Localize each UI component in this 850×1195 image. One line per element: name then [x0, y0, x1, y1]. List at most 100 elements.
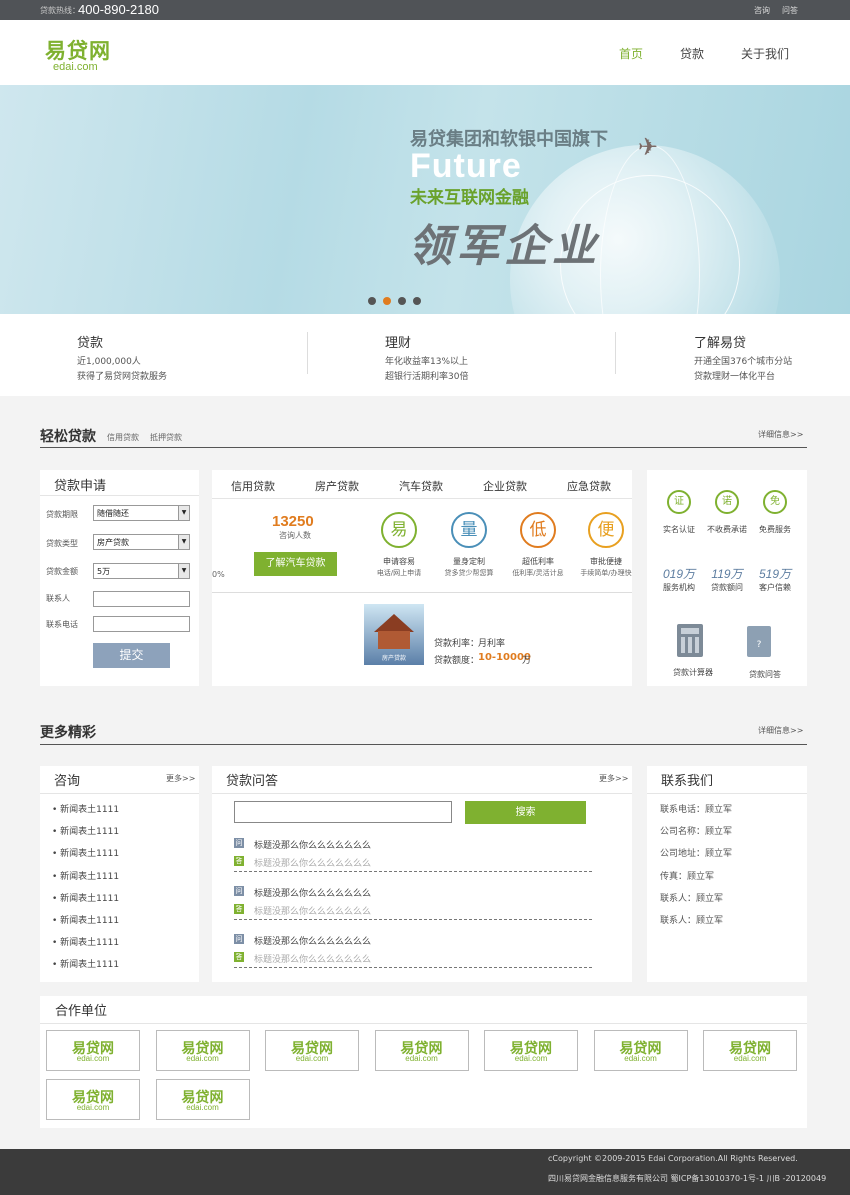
question-icon: 问: [234, 934, 244, 944]
qa-search-button[interactable]: 搜索: [465, 801, 586, 824]
applicant-count-label: 咨询人数: [279, 531, 311, 540]
tab-car-loan[interactable]: 汽车贷款: [399, 478, 443, 494]
amount-select[interactable]: 5万 ▼: [93, 563, 190, 579]
banner-future-text: Future: [410, 147, 522, 185]
qa-panel: 贷款问答 更多>> 搜索 问 标题没那么你么么么么么么么 答 标题没那么你么么么…: [212, 766, 632, 982]
list-item[interactable]: • 新闻表土1111: [52, 935, 119, 957]
qa-tool-label: 贷款问答: [749, 670, 781, 679]
tag-mortgage-loan[interactable]: 抵押贷款: [150, 432, 182, 443]
easy-icon: 易: [381, 512, 417, 548]
banner-subtitle: 未来互联网金融: [410, 188, 529, 208]
field-label: 联系电话: [46, 620, 78, 629]
list-item[interactable]: • 新闻表土1111: [52, 869, 119, 891]
list-item[interactable]: • 新闻表土1111: [52, 891, 119, 913]
term-select[interactable]: 随借随还 ▼: [93, 505, 190, 521]
partner-logo-domain: edai.com: [76, 1103, 110, 1112]
stat-caption: 贷款额问: [711, 583, 743, 592]
hero-banner[interactable]: 易贷集团和软银中国旗下 ✈ Future 未来互联网金融 领军企业: [0, 85, 850, 314]
nav-loan[interactable]: 贷款: [680, 45, 704, 62]
more-link[interactable]: 详细信息>>: [758, 429, 803, 440]
feature-title: 贷款: [77, 336, 104, 351]
slide-dot-active[interactable]: [383, 297, 391, 305]
promise-icon: 诺: [715, 490, 739, 514]
partner-logo-domain: edai.com: [405, 1054, 438, 1063]
phone-input[interactable]: [93, 616, 190, 632]
partner-logo[interactable]: 易贷网 edai.com: [155, 1030, 250, 1071]
list-item[interactable]: • 新闻表土1111: [52, 913, 119, 935]
more-link[interactable]: 详细信息>>: [758, 725, 803, 736]
list-item[interactable]: • 新闻表土1111: [52, 824, 119, 846]
news-more-link[interactable]: 更多>>: [166, 773, 195, 784]
tab-credit-loan[interactable]: 信用贷款: [231, 478, 275, 494]
learn-car-loan-button[interactable]: 了解汽车贷款: [254, 552, 337, 576]
partner-logo[interactable]: 易贷网 edai.com: [46, 1079, 140, 1120]
feature-loan[interactable]: 贷款 近1,000,000人 获得了易贷网贷款服务: [77, 332, 167, 382]
nav-about[interactable]: 关于我们: [741, 45, 789, 62]
top-link-consult[interactable]: 咨询: [754, 5, 770, 16]
feature-caption: 超低利率: [522, 557, 554, 566]
slide-dot[interactable]: [368, 297, 376, 305]
tag-credit-loan[interactable]: 信用贷款: [107, 432, 139, 443]
feature-strip: 贷款 近1,000,000人 获得了易贷网贷款服务 理财 年化收益率13%以上 …: [0, 314, 850, 396]
qa-search-input[interactable]: [234, 801, 452, 823]
question-text: 标题没那么你么么么么么么么: [254, 841, 372, 851]
nav-home[interactable]: 首页: [619, 45, 643, 62]
list-item[interactable]: • 新闻表土1111: [52, 957, 119, 979]
copyright-text: cCopyright ©2009-2015 Edai Corporation.A…: [548, 1154, 798, 1163]
tab-house-loan[interactable]: 房产贷款: [315, 478, 359, 494]
low-rate-icon: 低: [520, 512, 556, 548]
answer-icon: 答: [234, 904, 244, 914]
contact-item: 公司地址：顾立军: [660, 849, 733, 860]
partner-logo[interactable]: 易贷网 edai.com: [265, 1030, 359, 1071]
feature-about[interactable]: 了解易贷 开通全国376个城市分站 贷款理财一体化平台: [694, 332, 792, 382]
partner-logo[interactable]: 易贷网 edai.com: [593, 1030, 688, 1071]
chevron-down-icon: ▼: [178, 535, 189, 549]
slide-dot[interactable]: [398, 297, 406, 305]
partner-logo[interactable]: 易贷网 edai.com: [484, 1030, 578, 1071]
tab-underline: [212, 498, 632, 499]
submit-button[interactable]: 提交: [93, 643, 170, 668]
hotline-number: 400-890-2180: [78, 2, 159, 17]
field-label: 贷款金额: [46, 567, 78, 576]
stat-number: 019万: [662, 567, 696, 581]
contact-panel: 联系我们 联系电话：顾立军 公司名称：顾立军 公司地址：顾立军 传真：顾立军 联…: [647, 766, 807, 982]
partner-logo-domain: edai.com: [624, 1054, 657, 1063]
news-list: • 新闻表土1111 • 新闻表土1111 • 新闻表土1111 • 新闻表土1…: [52, 802, 119, 980]
top-link-qa[interactable]: 问答: [782, 5, 798, 16]
feature-finance[interactable]: 理财 年化收益率13%以上 超银行活期利率30倍: [385, 332, 468, 382]
partner-logo[interactable]: 易贷网 edai.com: [155, 1079, 250, 1120]
list-item[interactable]: • 新闻表土1111: [52, 846, 119, 868]
header: 易贷网 edai.com 首页 贷款 关于我们: [0, 20, 850, 85]
logo[interactable]: 易贷网 edai.com: [0, 20, 130, 85]
banner-slogan: 领军企业: [408, 221, 600, 272]
partner-logo[interactable]: 易贷网 edai.com: [703, 1030, 797, 1071]
partner-logo[interactable]: 易贷网 edai.com: [46, 1030, 140, 1071]
title-underline: [647, 793, 807, 794]
partner-logo[interactable]: 易贷网 edai.com: [374, 1030, 469, 1071]
slide-dot[interactable]: [413, 297, 421, 305]
contact-item: 公司名称：顾立军: [660, 827, 733, 838]
free-icon: 免: [763, 490, 787, 514]
partners-panel: 合作单位 易贷网 edai.com 易贷网 edai.com 易贷网 edai.com 易贷…: [40, 996, 807, 1128]
stat-caption: 免费服务: [759, 525, 791, 534]
qa-more-link[interactable]: 更多>>: [599, 773, 628, 784]
convenient-icon: 便: [588, 512, 624, 548]
contact-name-input[interactable]: [93, 591, 190, 607]
field-label: 贷款类型: [46, 539, 78, 548]
tab-emergency-loan[interactable]: 应急贷款: [567, 478, 611, 494]
partner-logo-domain: edai.com: [76, 1054, 110, 1063]
panel-title: 贷款申请: [54, 479, 107, 494]
stat-number: 519万: [758, 567, 792, 581]
divider: [307, 332, 308, 374]
feature-subcaption: 低利率/灵活计息: [512, 569, 564, 577]
contact-item: 联系电话：顾立军: [660, 805, 733, 815]
type-select[interactable]: 房产贷款 ▼: [93, 534, 190, 550]
tab-business-loan[interactable]: 企业贷款: [483, 478, 527, 494]
calculator-icon: [677, 624, 703, 657]
feature-title: 理财: [385, 336, 412, 351]
list-item[interactable]: • 新闻表土1111: [52, 802, 119, 824]
news-panel: 咨询 更多>> • 新闻表土1111 • 新闻表土1111 • 新闻表土1111…: [40, 766, 199, 982]
product-image[interactable]: 房产贷款: [364, 604, 424, 665]
airplane-icon: ✈: [638, 133, 659, 161]
stat-caption: 服务机构: [663, 583, 695, 592]
